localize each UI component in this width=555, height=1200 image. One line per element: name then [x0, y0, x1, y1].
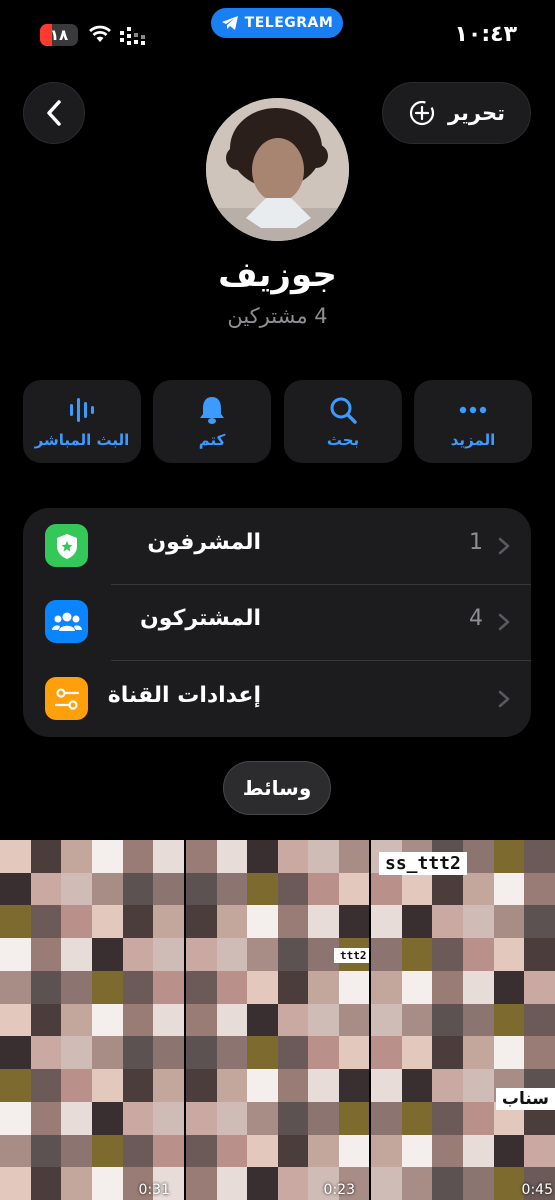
media-item[interactable]: ttt2 0:23 [186, 840, 369, 1200]
clock: ١٠:٤٣ [454, 22, 517, 47]
subscribers-label: المشتركون [140, 606, 261, 631]
status-bar: ١٨ TELEGRAM ١٠:٤٣ [0, 0, 555, 70]
chevron-right-icon [498, 613, 510, 631]
search-button[interactable]: بحث [284, 380, 402, 463]
channel-settings-icon [45, 677, 88, 720]
battery-level: ١٨ [49, 26, 69, 44]
live-stream-label: البث المباشر [34, 430, 130, 449]
live-stream-button[interactable]: البث المباشر [23, 380, 141, 463]
media-tab[interactable]: وسائط [223, 761, 331, 815]
channel-avatar[interactable] [206, 98, 349, 241]
list-item-subscribers[interactable]: المشتركون 4 [23, 584, 531, 660]
search-label: بحث [326, 430, 360, 449]
mute-button[interactable]: كتم [153, 380, 271, 463]
channel-settings-list: المشرفون 1 المشتركون 4 إعدادات القناة [23, 508, 531, 737]
media-item[interactable]: 0:31 [0, 840, 184, 1200]
telegram-icon [221, 16, 238, 30]
admins-label: المشرفون [147, 530, 261, 555]
channel-settings-label: إعدادات القناة [107, 683, 261, 708]
telegram-app-pill[interactable]: TELEGRAM [211, 8, 343, 38]
subscribers-count: 4 [469, 606, 483, 631]
back-button[interactable] [23, 82, 85, 144]
video-duration: 0:45 [521, 1182, 553, 1198]
channel-name: جوزيف [218, 255, 337, 295]
video-duration: 0:23 [323, 1182, 355, 1198]
pixelated-thumbnail [0, 840, 184, 1200]
more-button[interactable]: المزيد [414, 380, 532, 463]
edit-button[interactable]: تحرير [382, 82, 531, 144]
action-buttons: المزيد بحث كتم البث المباشر [23, 380, 532, 463]
battery-indicator: ١٨ [40, 24, 78, 46]
chevron-right-icon [498, 537, 510, 555]
add-circle-icon [409, 100, 435, 126]
edit-button-label: تحرير [447, 101, 506, 125]
avatar-image [206, 98, 349, 241]
subscribers-icon [45, 600, 88, 643]
mute-label: كتم [198, 430, 226, 449]
list-item-admins[interactable]: المشرفون 1 [23, 508, 531, 584]
more-label: المزيد [450, 430, 496, 449]
media-grid: 0:31 ttt2 0:23 ss_ttt2 سناب 0:45 [0, 840, 555, 1200]
watermark-tag: ttt2 [334, 948, 369, 963]
wifi-icon [89, 25, 111, 42]
admins-count: 1 [469, 530, 483, 555]
pixelated-thumbnail [186, 840, 369, 1200]
live-stream-icon [70, 397, 94, 422]
video-duration: 0:31 [138, 1182, 170, 1198]
list-item-channel-settings[interactable]: إعدادات القناة [23, 661, 531, 737]
admin-shield-icon [45, 524, 88, 567]
watermark-caption: سناب [495, 1088, 555, 1110]
cellular-signal-icon [120, 27, 145, 45]
media-item[interactable]: ss_ttt2 سناب 0:45 [371, 840, 555, 1200]
bell-icon [200, 396, 224, 424]
watermark-tag: ss_ttt2 [379, 852, 467, 875]
app-pill-label: TELEGRAM [244, 15, 334, 31]
chevron-left-icon [47, 100, 61, 126]
subscriber-count: 4 مشتركين [227, 304, 328, 328]
search-icon [330, 397, 357, 424]
chevron-right-icon [498, 690, 510, 708]
pixelated-thumbnail [371, 840, 555, 1200]
more-icon [459, 406, 487, 413]
